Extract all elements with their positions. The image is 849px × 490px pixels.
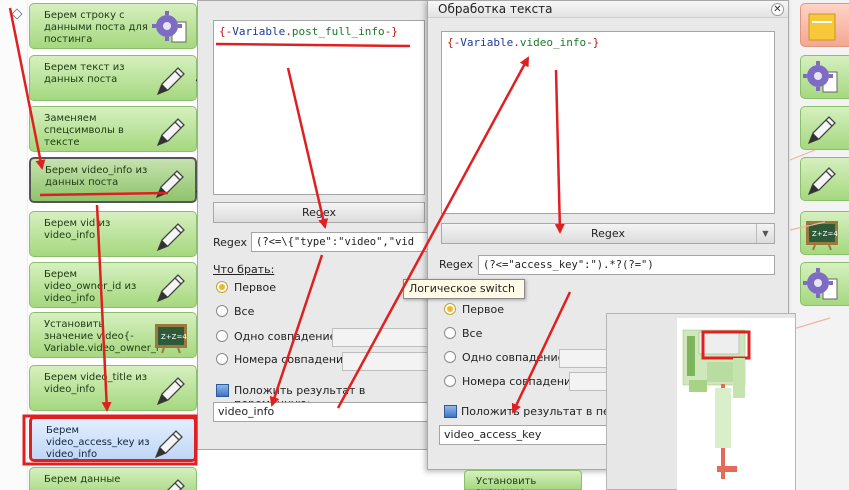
annotation-overlay xyxy=(8,7,572,466)
project-canvas[interactable]: Берем строку с данными поста для постинг… xyxy=(0,0,849,490)
